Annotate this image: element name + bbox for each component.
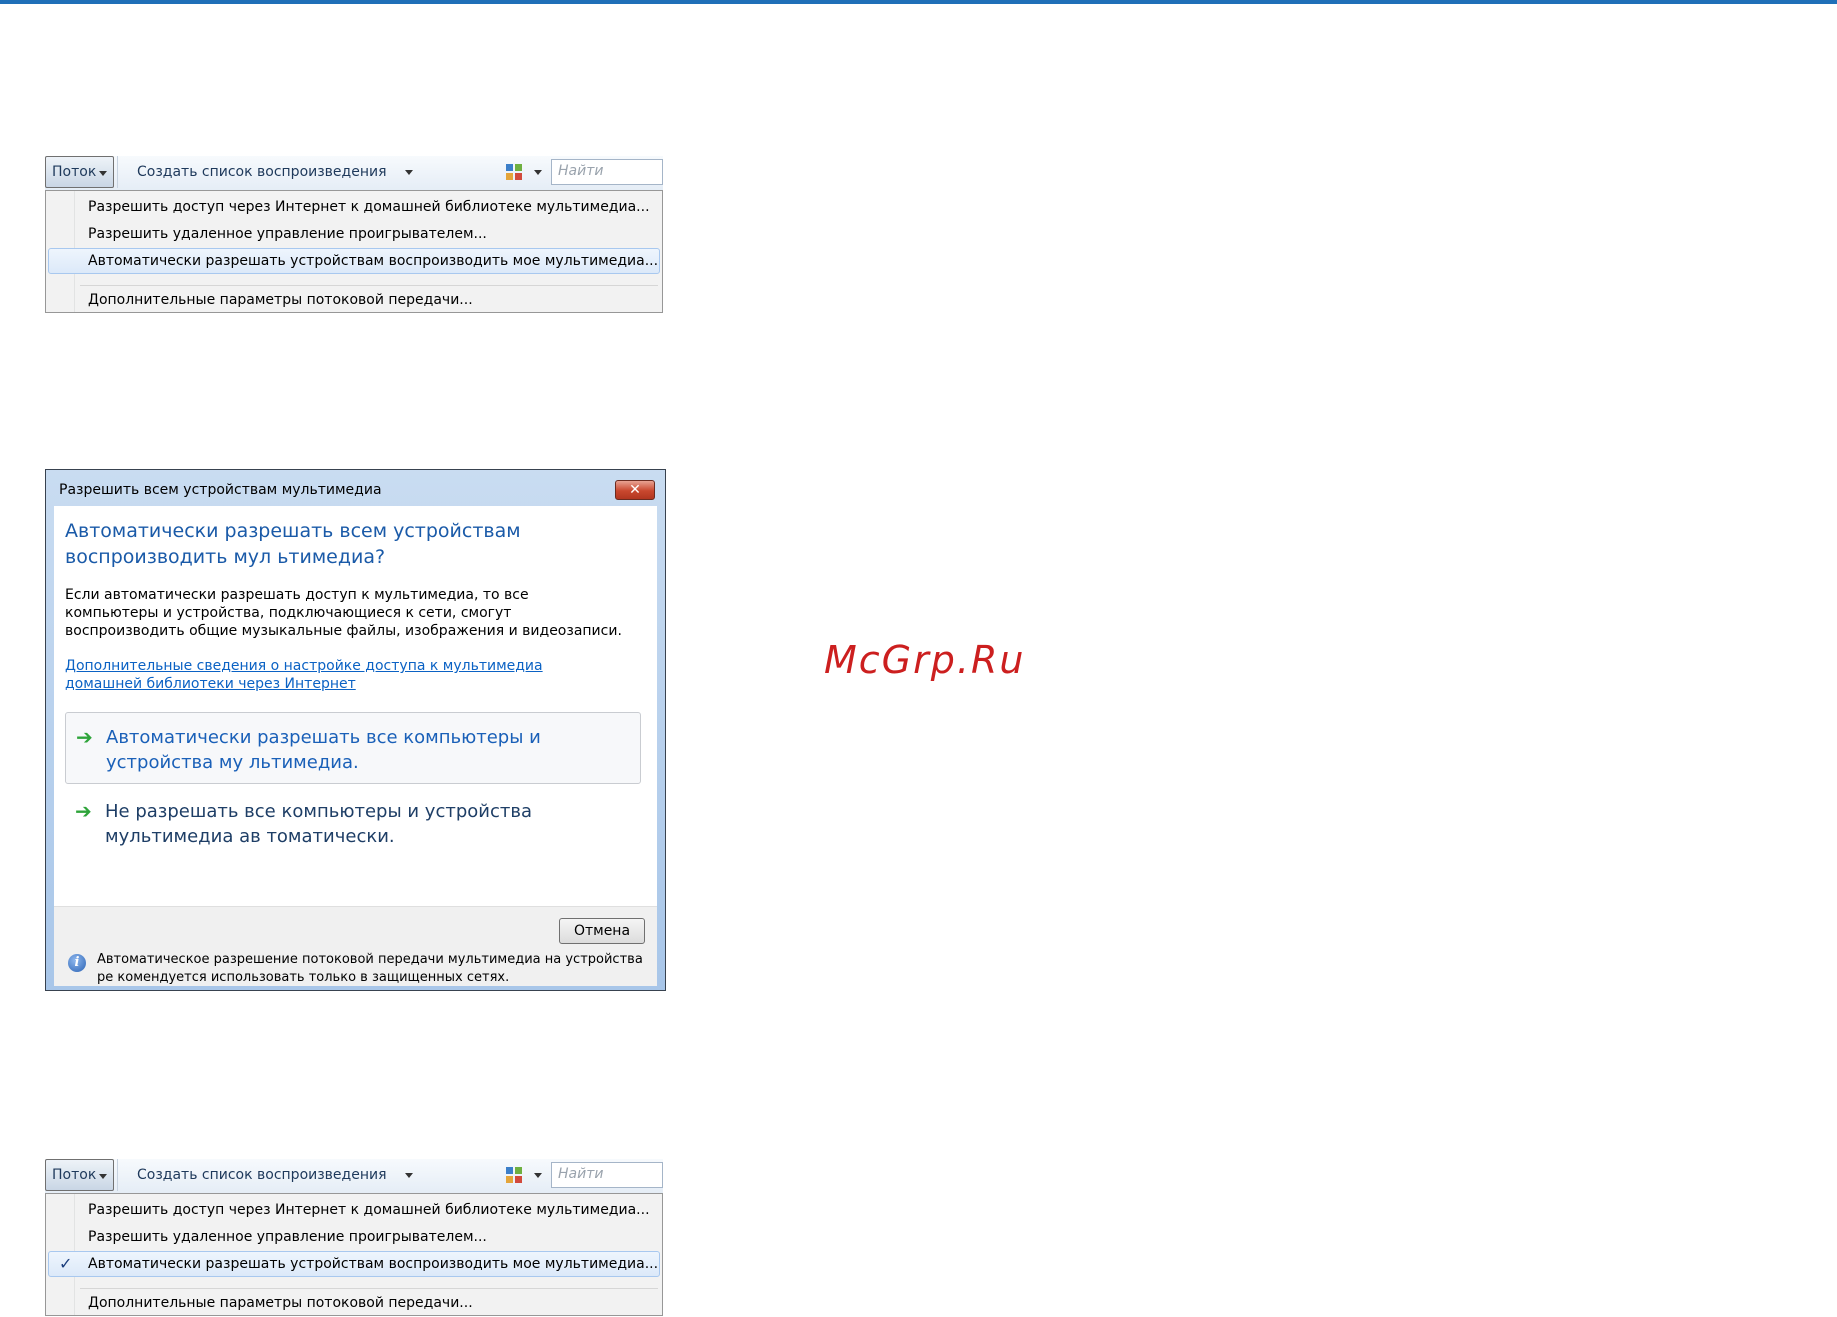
menu-item-label: Разрешить удаленное управление проигрыва… — [88, 226, 487, 242]
stream-menu-screenshot-2: Поток Создать список воспроизведения Най… — [45, 1159, 663, 1316]
menu-item-remote-control[interactable]: Разрешить удаленное управление проигрыва… — [48, 221, 660, 247]
create-playlist-label: Создать список воспроизведения — [137, 1167, 387, 1183]
chevron-down-icon — [534, 1172, 542, 1178]
chevron-down-icon — [99, 171, 107, 176]
stream-dropdown-menu: Разрешить доступ через Интернет к домашн… — [45, 190, 663, 313]
close-icon: ✕ — [629, 482, 641, 498]
more-info-link[interactable]: Дополнительные сведения о настройке дост… — [65, 657, 585, 693]
menu-item-label: Разрешить доступ через Интернет к домашн… — [88, 1202, 650, 1218]
dialog-heading: Автоматически разрешать всем устройствам… — [65, 520, 521, 568]
menu-item-auto-allow-devices[interactable]: Автоматически разрешать устройствам восп… — [48, 248, 660, 274]
menu-item-auto-allow-devices[interactable]: ✓ Автоматически разрешать устройствам во… — [48, 1251, 660, 1277]
menu-separator — [80, 1288, 658, 1289]
toolbar-separator — [117, 1159, 118, 1191]
toolbar: Поток Создать список воспроизведения Най… — [45, 156, 663, 190]
chevron-down-icon — [404, 169, 413, 175]
dialog-info-bar: i Автоматическое разрешение потоковой пе… — [54, 952, 657, 986]
stream-button[interactable]: Поток — [45, 156, 114, 188]
chevron-down-icon — [404, 1172, 413, 1178]
menu-item-label: Автоматически разрешать устройствам восп… — [88, 1256, 659, 1272]
menu-item-label: Дополнительные параметры потоковой перед… — [88, 292, 473, 308]
view-options-button[interactable] — [506, 156, 542, 188]
menu-separator — [80, 285, 658, 286]
dialog-description: Если автоматически разрешать доступ к му… — [65, 587, 622, 639]
dialog-title: Разрешить всем устройствам мультимедиа — [59, 482, 382, 498]
search-input[interactable]: Найти — [551, 1162, 663, 1188]
create-playlist-button[interactable]: Создать список воспроизведения — [137, 156, 413, 188]
allow-all-devices-command[interactable]: ➔ Автоматически разрешать все компьютеры… — [65, 712, 641, 784]
menu-item-label: Дополнительные параметры потоковой перед… — [88, 1295, 473, 1311]
menu-item-internet-access[interactable]: Разрешить доступ через Интернет к домашн… — [48, 194, 660, 220]
view-options-button[interactable] — [506, 1159, 542, 1191]
menu-item-internet-access[interactable]: Разрешить доступ через Интернет к домашн… — [48, 1197, 660, 1223]
search-input[interactable]: Найти — [551, 159, 663, 185]
stream-button-label: Поток — [52, 164, 97, 180]
deny-all-devices-label: Не разрешать все компьютеры и устройства… — [105, 801, 532, 847]
toolbar: Поток Создать список воспроизведения Най… — [45, 1159, 663, 1193]
chevron-down-icon — [534, 169, 542, 175]
menu-item-more-streaming-options[interactable]: Дополнительные параметры потоковой перед… — [48, 1290, 660, 1316]
dialog-footer: Отмена — [54, 906, 657, 954]
allow-media-devices-dialog: Разрешить всем устройствам мультимедиа ✕… — [45, 469, 666, 991]
stream-button[interactable]: Поток — [45, 1159, 114, 1191]
info-icon: i — [68, 954, 86, 972]
deny-all-devices-command[interactable]: ➔ Не разрешать все компьютеры и устройст… — [65, 787, 641, 859]
create-playlist-label: Создать список воспроизведения — [137, 164, 387, 180]
menu-item-label: Разрешить удаленное управление проигрыва… — [88, 1229, 487, 1245]
green-arrow-icon: ➔ — [75, 799, 92, 823]
menu-item-remote-control[interactable]: Разрешить удаленное управление проигрыва… — [48, 1224, 660, 1250]
stream-menu-screenshot-1: Поток Создать список воспроизведения Най… — [45, 156, 663, 313]
chevron-down-icon — [99, 1174, 107, 1179]
allow-all-devices-label: Автоматически разрешать все компьютеры и… — [106, 727, 541, 773]
menu-item-label: Разрешить доступ через Интернет к домашн… — [88, 199, 650, 215]
view-options-icon — [506, 1167, 522, 1183]
dialog-titlebar: Разрешить всем устройствам мультимедиа ✕ — [46, 470, 665, 506]
toolbar-separator — [117, 156, 118, 188]
stream-button-label: Поток — [52, 1167, 97, 1183]
green-arrow-icon: ➔ — [76, 725, 93, 749]
info-text: Автоматическое разрешение потоковой пере… — [97, 952, 643, 985]
menu-item-label: Автоматически разрешать устройствам восп… — [88, 253, 659, 269]
menu-item-more-streaming-options[interactable]: Дополнительные параметры потоковой перед… — [48, 287, 660, 313]
cancel-button[interactable]: Отмена — [559, 918, 645, 944]
view-options-icon — [506, 164, 522, 180]
watermark: McGrp.Ru — [824, 638, 1026, 682]
top-accent-line — [0, 0, 1837, 4]
dialog-content: Автоматически разрешать всем устройствам… — [54, 506, 657, 906]
checkmark-icon: ✓ — [59, 1254, 73, 1273]
stream-dropdown-menu: Разрешить доступ через Интернет к домашн… — [45, 1193, 663, 1316]
create-playlist-button[interactable]: Создать список воспроизведения — [137, 1159, 413, 1191]
close-button[interactable]: ✕ — [615, 480, 655, 500]
